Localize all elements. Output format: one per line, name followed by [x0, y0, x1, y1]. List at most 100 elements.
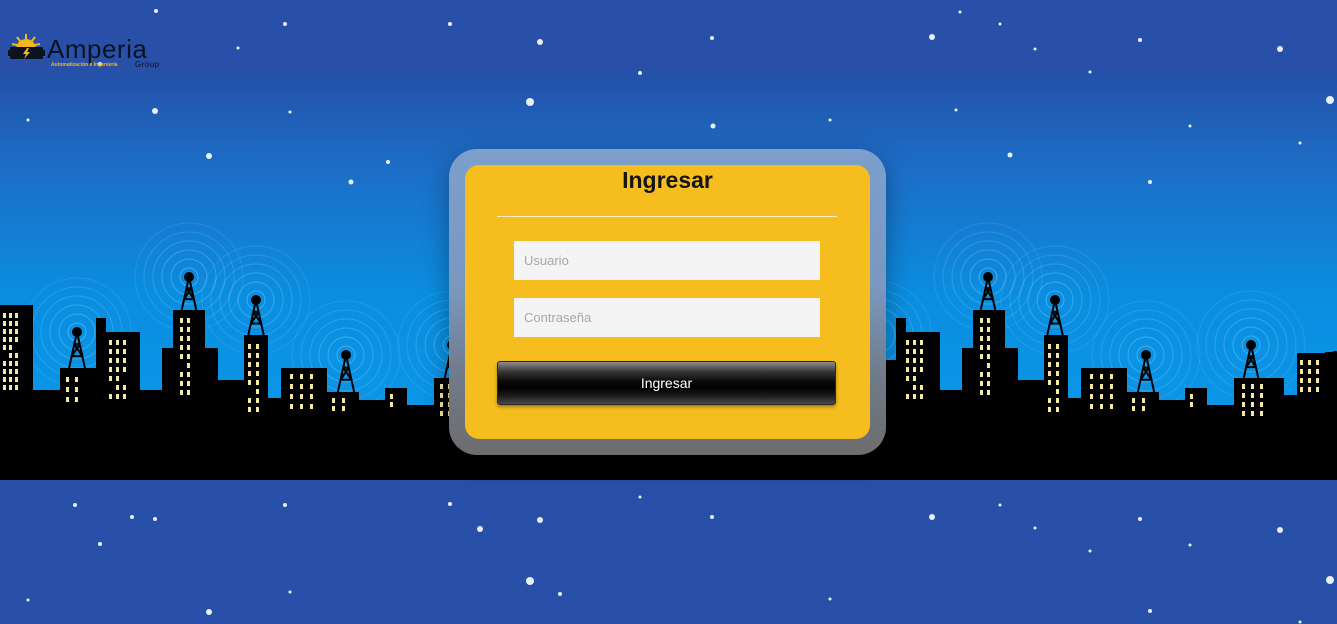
window-light — [987, 381, 990, 386]
password-input[interactable] — [514, 298, 820, 337]
star — [1138, 517, 1142, 521]
window-light — [248, 398, 251, 403]
window-light — [920, 367, 923, 372]
star — [477, 526, 483, 532]
window-light — [1260, 393, 1263, 398]
star — [283, 503, 287, 507]
building — [1018, 380, 1044, 410]
star — [998, 503, 1002, 507]
window-light — [15, 313, 18, 318]
window-light — [1251, 402, 1254, 407]
window-light — [290, 374, 293, 379]
window-light — [187, 354, 190, 359]
star — [1033, 526, 1037, 530]
window-light — [187, 318, 190, 323]
sun-battery-icon — [8, 34, 45, 59]
window-light — [920, 394, 923, 399]
window-light — [1132, 406, 1135, 411]
window-light — [440, 411, 443, 416]
building — [1234, 378, 1284, 418]
window-light — [1260, 402, 1263, 407]
antenna-tower — [336, 350, 356, 393]
star — [1326, 576, 1334, 584]
window-light — [1048, 407, 1051, 412]
building — [1068, 398, 1082, 418]
window-light — [1260, 384, 1263, 389]
window-light — [15, 385, 18, 390]
window-light — [1056, 389, 1059, 394]
window-light — [980, 318, 983, 323]
building — [359, 400, 385, 410]
star — [638, 495, 642, 499]
window-light — [987, 390, 990, 395]
star — [958, 10, 962, 14]
window-light — [3, 385, 6, 390]
window-light — [1090, 394, 1093, 399]
building — [96, 318, 106, 408]
window-light — [248, 407, 251, 412]
window-light — [109, 367, 112, 372]
star — [98, 542, 102, 546]
window-light — [248, 380, 251, 385]
window-light — [116, 394, 119, 399]
window-light — [256, 407, 259, 412]
brand-name: Amperia — [47, 34, 148, 64]
star — [386, 160, 390, 164]
window-light — [913, 376, 916, 381]
window-light — [1048, 398, 1051, 403]
star — [448, 22, 452, 26]
window-light — [123, 385, 126, 390]
window-light — [75, 397, 78, 402]
window-light — [3, 337, 6, 342]
star — [828, 118, 832, 122]
window-light — [906, 358, 909, 363]
window-light — [920, 340, 923, 345]
window-light — [9, 369, 12, 374]
star — [153, 517, 157, 521]
window-light — [9, 321, 12, 326]
window-light — [1308, 387, 1311, 392]
window-light — [290, 404, 293, 409]
window-light — [1242, 384, 1245, 389]
login-submit-button[interactable]: Ingresar — [497, 361, 836, 405]
star — [1007, 152, 1013, 158]
window-light — [1316, 369, 1319, 374]
window-light — [987, 372, 990, 377]
star — [998, 22, 1002, 26]
window-light — [913, 349, 916, 354]
window-light — [1132, 398, 1135, 403]
antenna-tower — [247, 295, 265, 336]
window-light — [987, 318, 990, 323]
window-light — [256, 362, 259, 367]
window-light — [256, 344, 259, 349]
window-light — [15, 369, 18, 374]
window-light — [920, 349, 923, 354]
window-light — [980, 327, 983, 332]
window-light — [1110, 394, 1113, 399]
window-light — [310, 384, 313, 389]
window-light — [310, 374, 313, 379]
brand-group: Group — [135, 60, 160, 69]
star — [1326, 96, 1334, 104]
star — [1088, 549, 1092, 553]
star — [526, 98, 534, 106]
window-light — [256, 398, 259, 403]
window-light — [1100, 404, 1103, 409]
star — [288, 110, 292, 114]
window-light — [1048, 353, 1051, 358]
building — [1207, 408, 1237, 416]
star — [1298, 620, 1302, 624]
window-light — [300, 374, 303, 379]
window-light — [1300, 360, 1303, 365]
window-light — [3, 313, 6, 318]
window-light — [1056, 398, 1059, 403]
window-light — [256, 371, 259, 376]
window-light — [116, 349, 119, 354]
window-light — [1308, 378, 1311, 383]
star — [448, 502, 452, 506]
username-input[interactable] — [514, 241, 820, 280]
window-light — [913, 367, 916, 372]
window-light — [1048, 380, 1051, 385]
window-light — [256, 380, 259, 385]
antenna-tower — [68, 327, 86, 369]
